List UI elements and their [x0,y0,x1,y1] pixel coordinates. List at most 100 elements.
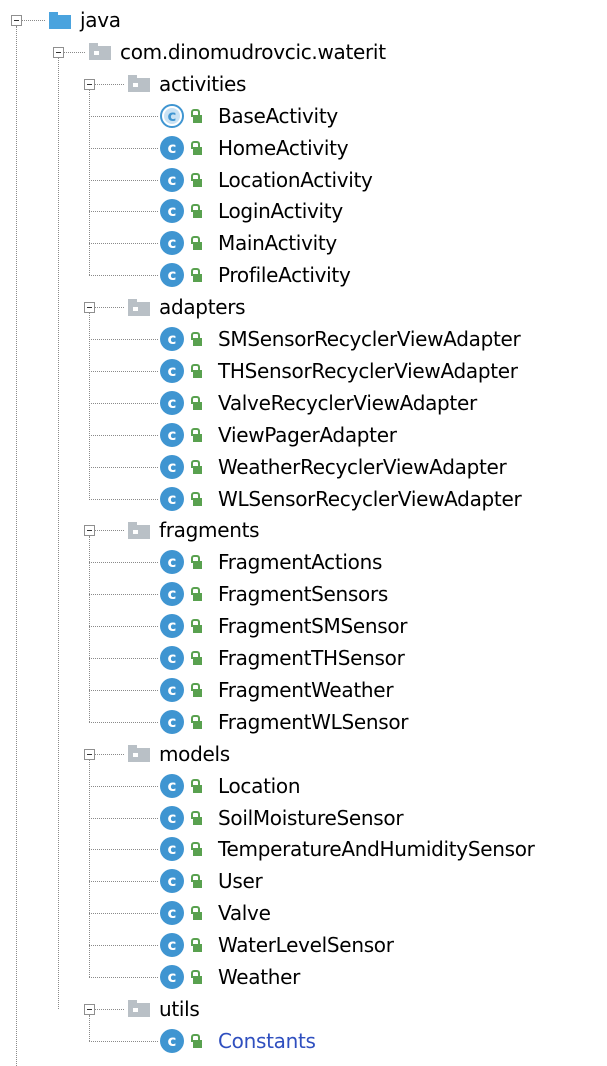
access-lock-icon [190,395,202,410]
tree-label: adapters [159,295,246,320]
tree-guide-line [95,1008,124,1010]
class-icon: c [160,422,184,447]
tree-row-class[interactable]: c TemperatureAndHumiditySensor [160,833,535,865]
access-lock-icon [190,332,202,346]
tree-label: BaseActivity [218,103,338,128]
tree-label: SMSensorRecyclerViewAdapter [218,327,521,351]
tree-guide-line [58,57,59,1009]
tree-row-class[interactable]: c Constants [160,1025,316,1057]
tree-row-class[interactable]: c FragmentTHSensor [160,642,405,674]
tree-row-class[interactable]: c ProfileActivity [160,259,351,291]
class-icon: c [160,582,184,607]
tree-row-class[interactable]: c MainActivity [160,227,337,259]
tree-guide-line [89,211,158,213]
tree-guide-line [89,594,158,596]
tree-row-class[interactable]: c WLSensorRecyclerViewAdapter [160,483,522,515]
collapse-toggle[interactable] [53,46,64,58]
access-lock-icon [190,140,202,155]
tree-row-class[interactable]: c User [160,865,263,897]
tree-row-class[interactable]: c ValveRecyclerViewAdapter [160,387,477,419]
tree-row-class[interactable]: c WeatherRecyclerViewAdapter [160,451,507,483]
tree-label: ViewPagerAdapter [218,422,397,447]
collapse-toggle[interactable] [84,78,95,90]
access-lock-icon [190,587,202,602]
tree-row-class[interactable]: c Valve [160,897,271,929]
access-lock-icon [190,363,202,378]
collapse-toggle[interactable] [84,748,95,760]
tree-row-class[interactable]: c SoilMoistureSensor [160,802,404,834]
tree-row-class[interactable]: c HomeActivity [160,132,349,164]
tree-label: User [218,869,263,894]
access-lock-icon [190,938,202,953]
class-icon: c [160,135,184,160]
tree-row-class[interactable]: c Weather [160,961,300,993]
access-lock-icon [190,491,202,506]
tree-row-class[interactable]: c FragmentActions [160,546,382,578]
tree-row-class[interactable]: c FragmentSensors [160,578,388,610]
tree-row-group-activities[interactable]: activities [128,68,246,100]
tree-row-class[interactable]: c BaseActivity [160,100,338,132]
tree-label: WeatherRecyclerViewAdapter [218,454,507,479]
tree-label: fragments [159,518,260,543]
tree-label: WLSensorRecyclerViewAdapter [218,486,522,511]
tree-row-group-adapters[interactable]: adapters [128,291,246,323]
access-lock-icon [190,459,202,474]
access-lock-icon [190,714,202,729]
tree-guide-line [95,753,124,755]
tree-row-class[interactable]: c FragmentSMSensor [160,610,408,642]
package-folder-icon [128,298,150,316]
tree-label: FragmentWLSensor [218,709,409,734]
tree-guide-line [95,83,124,85]
tree-row-group-models[interactable]: models [128,738,230,770]
access-lock-icon [190,651,202,665]
tree-row-class[interactable]: c SMSensorRecyclerViewAdapter [160,323,521,355]
tree-label: THSensorRecyclerViewAdapter [218,358,518,383]
tree-row-class[interactable]: c LoginActivity [160,195,343,227]
class-icon: c [160,901,184,926]
access-lock-icon [190,268,202,283]
class-icon: c [160,327,184,351]
tree-row-class[interactable]: c LocationActivity [160,164,373,196]
collapse-toggle[interactable] [84,302,95,314]
collapse-toggle[interactable] [84,1003,95,1015]
class-icon: c [160,390,184,415]
tree-row-class[interactable]: c WaterLevelSensor [160,929,394,961]
tree-row-root[interactable]: java [49,4,121,36]
tree-label: SoilMoistureSensor [218,805,404,830]
class-icon: c [160,550,184,575]
tree-guide-line [89,881,158,883]
tree-guide-line [89,1040,158,1042]
tree-row-group-utils[interactable]: utils [128,993,200,1025]
tree-label: HomeActivity [218,135,349,160]
tree-label: Valve [218,901,271,926]
tree-guide-line [89,1014,90,1041]
tree-row-class[interactable]: c ViewPagerAdapter [160,419,397,451]
package-folder-icon [89,43,111,61]
tree-guide-line [89,402,158,404]
class-icon: c [160,646,184,670]
tree-row-class[interactable]: c FragmentWLSensor [160,706,409,738]
access-lock-icon [190,842,202,857]
collapse-toggle[interactable] [11,15,22,26]
tree-label: FragmentActions [218,550,383,575]
tree-guide-line [89,147,158,149]
tree-row-package[interactable]: com.dinomudrovcic.waterit [89,36,386,68]
class-icon: c [160,614,184,639]
access-lock-icon [190,778,202,793]
tree-guide-line [89,370,158,372]
collapse-toggle[interactable] [84,525,95,537]
tree-guide-line [89,849,158,851]
tree-label: utils [159,996,200,1021]
tree-guide-line [89,977,158,978]
tree-row-class[interactable]: c FragmentWeather [160,674,394,706]
class-icon: c [160,837,184,862]
tree-row-class[interactable]: c THSensorRecyclerViewAdapter [160,355,518,387]
access-lock-icon [190,619,202,634]
access-lock-icon [190,204,202,219]
class-icon: c [160,167,184,192]
tree-guide-line [22,20,45,21]
tree-row-class[interactable]: c Location [160,770,301,802]
tree-guide-line [89,785,158,787]
class-icon: c [160,358,184,383]
tree-row-group-fragments[interactable]: fragments [128,514,260,546]
